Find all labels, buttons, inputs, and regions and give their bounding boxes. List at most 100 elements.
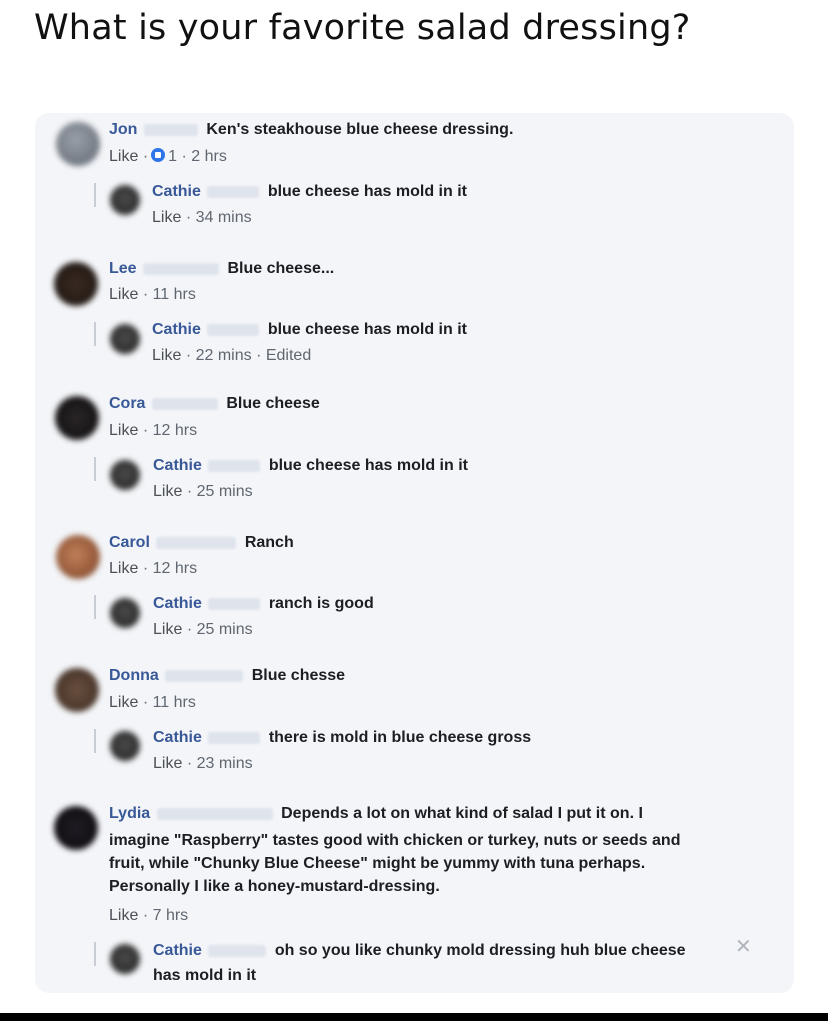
timestamp[interactable]: 12 hrs (153, 422, 197, 439)
like-link[interactable]: Like (109, 148, 138, 165)
like-link[interactable]: Like (153, 483, 182, 500)
timestamp[interactable]: 12 hrs (153, 560, 197, 577)
reply-text: blue cheese has mold in it (267, 183, 467, 200)
comment-header: Donna Blue chesse (109, 666, 345, 686)
like-link[interactable]: Like (152, 347, 181, 364)
timestamp[interactable]: 2 hrs (191, 148, 227, 165)
screenshot-page: What is your favorite salad dressing? Jo… (0, 0, 828, 1021)
reply-indent-bar (94, 729, 96, 753)
like-link[interactable]: Like (109, 907, 138, 924)
reply-text: ranch is good (268, 595, 374, 612)
timestamp[interactable]: 22 mins (196, 347, 252, 364)
like-reaction-icon[interactable] (151, 148, 166, 162)
reply-author[interactable]: Cathie (152, 183, 201, 200)
avatar[interactable] (54, 806, 98, 850)
timestamp[interactable]: 25 mins (197, 621, 253, 638)
redacted-name (143, 123, 198, 136)
separator: · (186, 755, 193, 772)
comment-meta: Like · 12 hrs (109, 422, 197, 440)
timestamp[interactable]: 34 mins (196, 209, 252, 226)
reply-text-continued: has mold in it (153, 966, 256, 986)
comment-author[interactable]: Cora (109, 395, 145, 412)
reply-meta: Like · 23 mins (153, 755, 253, 773)
timestamp[interactable]: 23 mins (197, 755, 253, 772)
separator: · (256, 347, 262, 364)
avatar[interactable] (110, 598, 140, 628)
avatar[interactable] (55, 668, 99, 712)
like-link[interactable]: Like (109, 560, 138, 577)
redacted-name (165, 669, 244, 682)
comment-header: Lydia Depends a lot on what kind of sala… (109, 804, 643, 824)
reply-indent-bar (94, 457, 96, 481)
reply-meta: Like · 34 mins (152, 209, 252, 227)
like-link[interactable]: Like (152, 209, 181, 226)
comment-header: Jon Ken's steakhouse blue cheese dressin… (109, 120, 513, 140)
comment-meta: Like · 12 hrs (109, 560, 197, 578)
comment-header: Cora Blue cheese (109, 394, 320, 414)
avatar[interactable] (110, 185, 140, 215)
redacted-name (207, 185, 260, 198)
timestamp[interactable]: 7 hrs (153, 907, 189, 924)
separator: · (142, 907, 149, 924)
reply-text-line: has mold in it (153, 967, 257, 984)
redacted-name (151, 397, 218, 410)
reply-author[interactable]: Cathie (153, 595, 202, 612)
reaction-count[interactable]: 1 (168, 148, 177, 165)
reply-indent-bar (94, 322, 96, 346)
redacted-name (156, 807, 273, 820)
avatar[interactable] (110, 944, 140, 974)
separator: · (142, 694, 149, 711)
separator: · (142, 422, 149, 439)
comment-author[interactable]: Carol (109, 534, 150, 551)
redacted-name (143, 262, 220, 275)
comment-author[interactable]: Jon (109, 121, 137, 138)
reply-author[interactable]: Cathie (152, 321, 201, 338)
avatar[interactable] (54, 262, 98, 306)
comment-text: Blue chesse (251, 667, 346, 684)
avatar[interactable] (56, 122, 100, 166)
avatar[interactable] (110, 324, 140, 354)
close-icon[interactable]: ✕ (735, 937, 752, 957)
comment-text: Ken's steakhouse blue cheese dressing. (206, 121, 514, 138)
reply-author[interactable]: Cathie (153, 457, 202, 474)
edited-label[interactable]: Edited (266, 347, 311, 364)
redacted-name (156, 536, 237, 549)
like-link[interactable]: Like (153, 621, 182, 638)
like-link[interactable]: Like (109, 422, 138, 439)
comment-text: Blue cheese... (227, 260, 335, 277)
reply-header: Cathie blue cheese has mold in it (153, 456, 468, 476)
avatar[interactable] (56, 535, 100, 579)
redacted-name (207, 323, 260, 336)
like-link[interactable]: Like (153, 755, 182, 772)
timestamp[interactable]: 11 hrs (153, 694, 196, 711)
like-link[interactable]: Like (109, 286, 138, 303)
separator: · (142, 560, 149, 577)
reply-meta: Like · 22 mins · Edited (152, 347, 311, 365)
comment-meta: Like · 7 hrs (109, 907, 188, 925)
redacted-name (208, 459, 261, 472)
reply-indent-bar (94, 595, 96, 619)
like-link[interactable]: Like (109, 694, 138, 711)
comment-text: Ranch (244, 534, 294, 551)
comment-author[interactable]: Lee (109, 260, 137, 277)
reply-header: Cathie there is mold in blue cheese gros… (153, 728, 531, 748)
reply-author[interactable]: Cathie (153, 942, 202, 959)
reply-indent-bar (94, 942, 96, 966)
reply-author[interactable]: Cathie (153, 729, 202, 746)
separator: · (186, 621, 193, 638)
reply-text: blue cheese has mold in it (267, 321, 467, 338)
comment-author[interactable]: Donna (109, 667, 159, 684)
timestamp[interactable]: 11 hrs (153, 286, 196, 303)
avatar[interactable] (55, 396, 99, 440)
comment-text: Blue cheese (226, 395, 320, 412)
avatar[interactable] (110, 460, 140, 490)
reply-meta: Like · 25 mins (153, 621, 253, 639)
comment-text-line: fruit, while "Chunky Blue Cheese" might … (109, 855, 646, 872)
comment-author[interactable]: Lydia (109, 805, 150, 822)
timestamp[interactable]: 25 mins (197, 483, 253, 500)
post-question-headline: What is your favorite salad dressing? (34, 8, 691, 48)
avatar[interactable] (110, 731, 140, 761)
reply-text: there is mold in blue cheese gross (268, 729, 532, 746)
reply-indent-bar (94, 183, 96, 207)
reply-header: Cathie blue cheese has mold in it (152, 320, 467, 340)
